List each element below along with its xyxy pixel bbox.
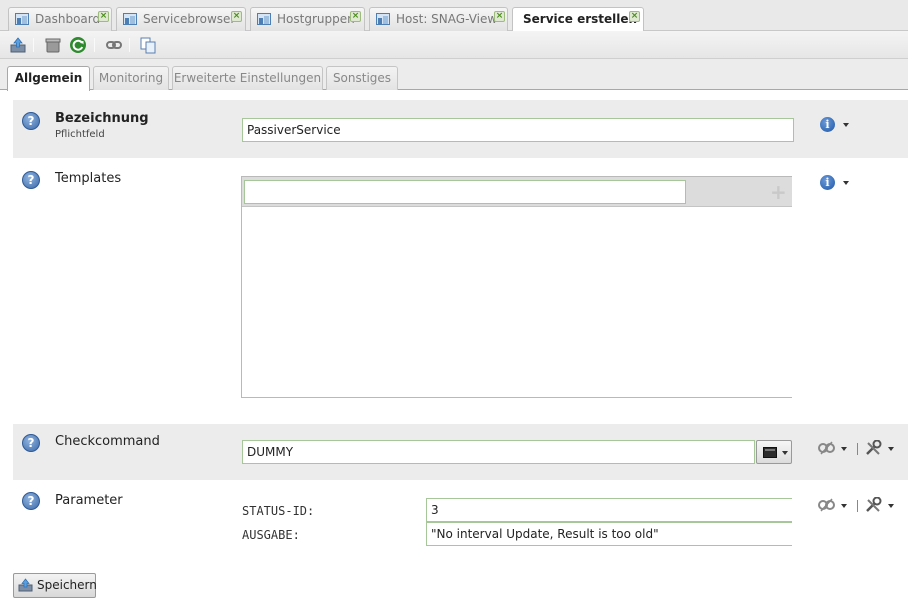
command-select-button[interactable]: [756, 440, 792, 464]
field-sublabel: Pflichtfeld: [55, 129, 105, 140]
chevron-down-icon[interactable]: [843, 123, 849, 127]
chevron-down-icon[interactable]: [888, 447, 894, 451]
grid-icon: [257, 13, 271, 25]
close-icon[interactable]: ×: [494, 11, 505, 22]
tab-label: Service erstellen: [523, 12, 638, 26]
dashboard-icon: [15, 13, 29, 25]
delete-icon[interactable]: [44, 36, 62, 54]
link-icon[interactable]: [105, 36, 123, 54]
separator: [857, 443, 858, 455]
save-button-label: Speichern: [37, 578, 97, 592]
save-button[interactable]: Speichern: [13, 573, 97, 598]
bezeichnung-input[interactable]: PassiverService: [242, 118, 794, 142]
field-label: Templates: [55, 171, 122, 186]
field-label: Checkcommand: [55, 434, 160, 449]
info-icon[interactable]: i: [820, 175, 835, 190]
unlink-icon[interactable]: [818, 440, 836, 456]
templates-search-input[interactable]: [244, 180, 686, 204]
help-icon[interactable]: ?: [22, 112, 40, 130]
chevron-down-icon[interactable]: [843, 181, 849, 185]
copy-icon[interactable]: [139, 36, 157, 54]
field-label: Bezeichnung: [55, 111, 149, 126]
tab-monitoring[interactable]: Monitoring: [93, 66, 169, 90]
chevron-down-icon[interactable]: [841, 504, 847, 508]
help-icon[interactable]: ?: [22, 434, 40, 452]
tab-label: Dashboard: [35, 12, 101, 26]
toolbar-separator: [33, 38, 34, 52]
toolbar-separator: [94, 38, 95, 52]
parameter-actions: [818, 497, 903, 515]
tab-label: Servicebrowser: [143, 12, 236, 26]
tab-sonstiges[interactable]: Sonstiges: [326, 66, 398, 90]
grid-icon: [123, 13, 137, 25]
templates-list[interactable]: +: [241, 176, 792, 398]
tab-service-erstellen[interactable]: Service erstellen ×: [512, 7, 644, 32]
tab-label: Host: SNAG-View: [396, 12, 498, 26]
refresh-icon[interactable]: [69, 36, 87, 54]
tab-hostgruppen[interactable]: Hostgruppen ×: [250, 7, 365, 31]
tools-icon[interactable]: [865, 497, 883, 513]
checkcommand-actions: [818, 440, 903, 458]
row-parameter: ? Parameter STATUS-ID: 3 AUSGABE: "No in…: [13, 484, 908, 554]
close-icon[interactable]: ×: [629, 11, 640, 22]
top-tab-bar: Dashboard × Servicebrowser × Hostgruppen…: [0, 0, 908, 32]
row-checkcommand: ? Checkcommand DUMMY: [13, 424, 908, 480]
tab-label: Hostgruppen: [277, 12, 355, 26]
tab-servicebrowser[interactable]: Servicebrowser ×: [116, 7, 246, 31]
help-icon[interactable]: ?: [22, 171, 40, 189]
add-icon[interactable]: +: [770, 182, 787, 202]
checkcommand-input[interactable]: DUMMY: [242, 440, 755, 464]
row-templates: ? Templates + i: [13, 160, 908, 405]
chevron-down-icon: [782, 451, 788, 455]
param-label-ausgabe: AUSGABE:: [242, 528, 300, 542]
help-icon[interactable]: ?: [22, 492, 40, 510]
row-bezeichnung: ? Bezeichnung Pflichtfeld PassiverServic…: [13, 100, 908, 158]
tools-icon[interactable]: [865, 440, 883, 456]
tab-erweiterte-einstellungen[interactable]: Erweiterte Einstellungen: [172, 66, 323, 90]
param-label-status-id: STATUS-ID:: [242, 504, 315, 518]
toolbar-separator: [129, 38, 130, 52]
close-icon[interactable]: ×: [350, 11, 361, 22]
close-icon[interactable]: ×: [98, 11, 109, 22]
param-input-ausgabe[interactable]: "No interval Update, Result is too old": [426, 522, 792, 546]
console-icon: [763, 447, 777, 458]
service-create-window: Dashboard × Servicebrowser × Hostgruppen…: [0, 0, 908, 606]
form-tab-bar: Allgemein Monitoring Erweiterte Einstell…: [0, 59, 908, 91]
upload-icon: [18, 578, 33, 592]
grid-icon: [376, 13, 390, 25]
upload-icon[interactable]: [9, 36, 27, 54]
info-icon[interactable]: i: [820, 117, 835, 132]
param-input-status-id[interactable]: 3: [426, 498, 792, 522]
unlink-icon[interactable]: [818, 497, 836, 513]
chevron-down-icon[interactable]: [841, 447, 847, 451]
tab-allgemein[interactable]: Allgemein: [7, 66, 90, 91]
tab-host-snag-view[interactable]: Host: SNAG-View ×: [369, 7, 508, 31]
chevron-down-icon[interactable]: [888, 504, 894, 508]
close-icon[interactable]: ×: [231, 11, 242, 22]
toolbar: [0, 31, 908, 59]
field-label: Parameter: [55, 493, 123, 508]
separator: [857, 500, 858, 512]
templates-toolbar: +: [242, 177, 792, 207]
tab-dashboard[interactable]: Dashboard ×: [8, 7, 112, 31]
